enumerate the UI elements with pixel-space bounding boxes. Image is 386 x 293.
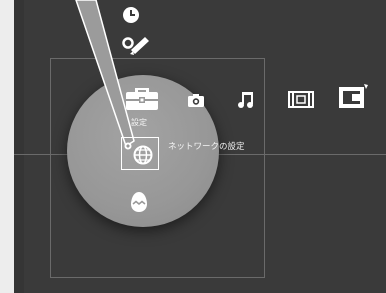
network-globe-icon bbox=[124, 142, 153, 165]
egg-icon[interactable] bbox=[129, 191, 149, 213]
game-icon[interactable] bbox=[339, 82, 369, 108]
toolbox-icon[interactable] bbox=[124, 84, 160, 112]
network-settings-label: ネットワークの設定 bbox=[168, 142, 245, 152]
camera-icon[interactable] bbox=[187, 93, 205, 107]
clock-icon[interactable] bbox=[121, 2, 143, 26]
film-strip-icon[interactable] bbox=[288, 91, 314, 108]
settings-category-label: 設定 bbox=[131, 118, 147, 127]
music-note-icon[interactable] bbox=[237, 90, 255, 108]
xmb-screen: 設定 ネットワークの設定 bbox=[0, 0, 386, 293]
accessory-icon[interactable] bbox=[121, 34, 151, 60]
